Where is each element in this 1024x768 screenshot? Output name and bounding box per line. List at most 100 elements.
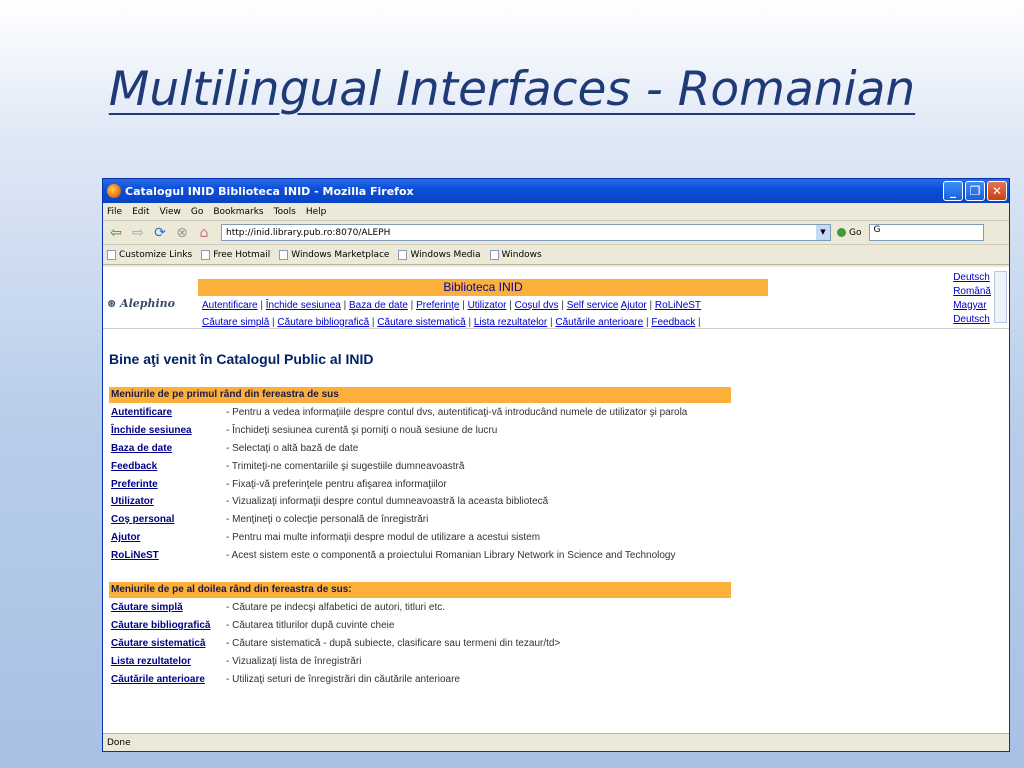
menu-link[interactable]: RoLiNeST [111, 550, 226, 561]
list-item: Preferinte - Fixaţi-vă preferinţele pentr… [111, 475, 687, 493]
menu-description: - Vizualizaţi lista de înregistrări [226, 655, 362, 667]
bookmark-windows-marketplace[interactable]: Windows Marketplace [279, 249, 389, 260]
maximize-icon[interactable]: ❐ [965, 181, 985, 201]
menu-link[interactable]: Ajutor [111, 532, 226, 543]
back-arrow-icon[interactable]: ⇦ [107, 225, 125, 241]
section2-list: Căutare simplă - Căutare pe indecşi alfab… [111, 599, 560, 688]
page-icon [279, 249, 289, 260]
menu-bookmarks[interactable]: Bookmarks [213, 207, 263, 217]
menu-link[interactable]: Baza de date [111, 443, 226, 454]
menu-description: - Căutare pe indecşi alfabetici de autor… [226, 602, 445, 614]
nav-cautarile-anterioare[interactable]: Căutările anterioare [555, 317, 643, 328]
list-item: Baza de date - Selectaţi o altă bază de d… [111, 440, 687, 458]
minimize-icon[interactable]: _ [943, 181, 963, 201]
bookmark-customize-links[interactable]: Customize Links [107, 249, 193, 260]
language-list: Deutsch Română Magyar Deutsch [953, 271, 991, 327]
welcome-heading: Bine aţi venit în Catalogul Public al IN… [109, 351, 374, 367]
nav-self-service[interactable]: Self service [567, 300, 619, 311]
list-item: Feedback - Trimiteţi-ne comentariile şi s… [111, 457, 687, 475]
section1-list: Autentificare - Pentru a vedea informaţii… [111, 404, 687, 564]
search-input[interactable]: G [869, 224, 985, 241]
reload-icon[interactable]: ⟳ [151, 225, 169, 241]
list-item: Căutare simplă - Căutare pe indecşi alfab… [111, 599, 560, 617]
menu-link[interactable]: Căutare bibliografică [111, 620, 226, 631]
menu-link[interactable]: Feedback [111, 461, 226, 472]
window-title: Catalogul INID Biblioteca INID - Mozilla… [125, 184, 414, 198]
menu-link[interactable]: Coş personal [111, 514, 226, 525]
menu-link[interactable]: Utilizator [111, 496, 226, 507]
menu-description: - Căutarea titlurilor după cuvinte cheie [226, 620, 395, 632]
language-deutsch-2[interactable]: Deutsch [953, 313, 991, 327]
menu-description: - Pentru mai multe informaţii despre mod… [226, 531, 541, 543]
section1-heading: Meniurile de pe primul rând din fereastr… [109, 387, 731, 403]
menu-link[interactable]: Căutare sistematică [111, 638, 226, 649]
language-romana[interactable]: Română [953, 285, 991, 299]
nav-row-secondary: Căutare simplă | Căutare bibliografică |… [202, 317, 701, 328]
url-dropdown-icon[interactable]: ▼ [816, 225, 830, 240]
list-item: Căutările anterioare - Utilizaţi seturi d… [111, 670, 560, 688]
status-bar: Done [103, 733, 1009, 751]
nav-cautare-bibliografica[interactable]: Căutare bibliografică [277, 317, 369, 328]
menu-link[interactable]: Închide sesiunea [111, 425, 226, 436]
menu-description: - Menţineţi o colecţie personală de înre… [226, 514, 429, 526]
window-titlebar[interactable]: Catalogul INID Biblioteca INID - Mozilla… [103, 179, 1009, 203]
list-item: Autentificare - Pentru a vedea informaţii… [111, 404, 687, 422]
nav-inchide-sesiunea[interactable]: Închide sesiunea [266, 300, 341, 311]
alephino-logo: ⊛ Alephino [107, 297, 175, 310]
library-title: Biblioteca INID [198, 279, 768, 296]
menu-link[interactable]: Lista rezultatelor [111, 656, 226, 667]
url-bar[interactable]: http://inid.library.pub.ro:8070/ALEPH ▼ [221, 224, 831, 241]
menu-edit[interactable]: Edit [132, 207, 149, 217]
go-button[interactable]: Go [837, 228, 861, 238]
section2-heading: Meniurile de pe al doilea rând din ferea… [109, 582, 731, 598]
logo-text: Alephino [120, 297, 175, 310]
forward-arrow-icon[interactable]: ⇨ [129, 225, 147, 241]
menu-description: - Utilizaţi seturi de înregistrări din c… [226, 673, 460, 685]
nav-rolinest[interactable]: RoLiNeST [655, 300, 701, 311]
menu-description: - Acest sistem este o componentă a proie… [226, 549, 676, 561]
nav-feedback[interactable]: Feedback [651, 317, 695, 328]
close-icon[interactable]: ✕ [987, 181, 1007, 201]
menu-description: - Trimiteţi-ne comentariile şi sugestiil… [226, 460, 465, 472]
nav-utilizator[interactable]: Utilizator [468, 300, 507, 311]
bookmark-label: Windows [501, 249, 542, 260]
list-item: Ajutor - Pentru mai multe informaţii desp… [111, 529, 687, 547]
menu-view[interactable]: View [160, 207, 181, 217]
list-item: RoLiNeST - Acest sistem este o componentă… [111, 546, 687, 564]
menu-link[interactable]: Preferinte [111, 479, 226, 490]
page-content: ⊛ Alephino Biblioteca INID Autentificare… [103, 267, 1009, 733]
list-item: Închide sesiunea - Închideţi sesiunea cur… [111, 422, 687, 440]
bookmark-windows-media[interactable]: Windows Media [398, 249, 481, 260]
language-deutsch[interactable]: Deutsch [953, 271, 991, 285]
bookmark-label: Customize Links [119, 249, 193, 260]
home-icon[interactable]: ⌂ [195, 225, 213, 241]
nav-cautare-simpla[interactable]: Căutare simplă [202, 317, 269, 328]
menu-description: - Căutare sistematică - după subiecte, c… [226, 637, 561, 649]
language-scrollbar[interactable] [994, 271, 1007, 323]
menu-description: - Vizualizaţi informaţii despre contul d… [226, 496, 549, 508]
bookmark-free-hotmail[interactable]: Free Hotmail [201, 249, 270, 260]
menu-link[interactable]: Căutare simplă [111, 602, 226, 613]
menu-file[interactable]: File [107, 207, 122, 217]
nav-cautare-sistematica[interactable]: Căutare sistematică [377, 317, 465, 328]
menu-description: - Pentru a vedea informaţiile despre con… [226, 407, 688, 419]
nav-cosul-dvs[interactable]: Coşul dvs [515, 300, 559, 311]
nav-ajutor[interactable]: Ajutor [621, 300, 647, 311]
menu-link[interactable]: Autentificare [111, 407, 226, 418]
menu-go[interactable]: Go [191, 207, 203, 217]
go-label: Go [849, 227, 862, 238]
nav-autentificare[interactable]: Autentificare [202, 300, 258, 311]
language-magyar[interactable]: Magyar [953, 299, 991, 313]
bookmark-windows[interactable]: Windows [489, 249, 542, 260]
menu-description: - Selectaţi o altă bază de date [226, 442, 359, 454]
menu-help[interactable]: Help [306, 207, 327, 217]
nav-lista-rezultatelor[interactable]: Lista rezultatelor [474, 317, 547, 328]
menu-bar: File Edit View Go Bookmarks Tools Help [103, 203, 1009, 221]
nav-preferinte[interactable]: Preferinţe [416, 300, 459, 311]
menu-tools[interactable]: Tools [274, 207, 296, 217]
menu-link[interactable]: Căutările anterioare [111, 674, 226, 685]
stop-icon[interactable]: ⊗ [173, 225, 191, 241]
go-icon [837, 228, 846, 237]
nav-baza-de-date[interactable]: Baza de date [349, 300, 408, 311]
navigation-toolbar: ⇦ ⇨ ⟳ ⊗ ⌂ http://inid.library.pub.ro:807… [103, 221, 1009, 245]
